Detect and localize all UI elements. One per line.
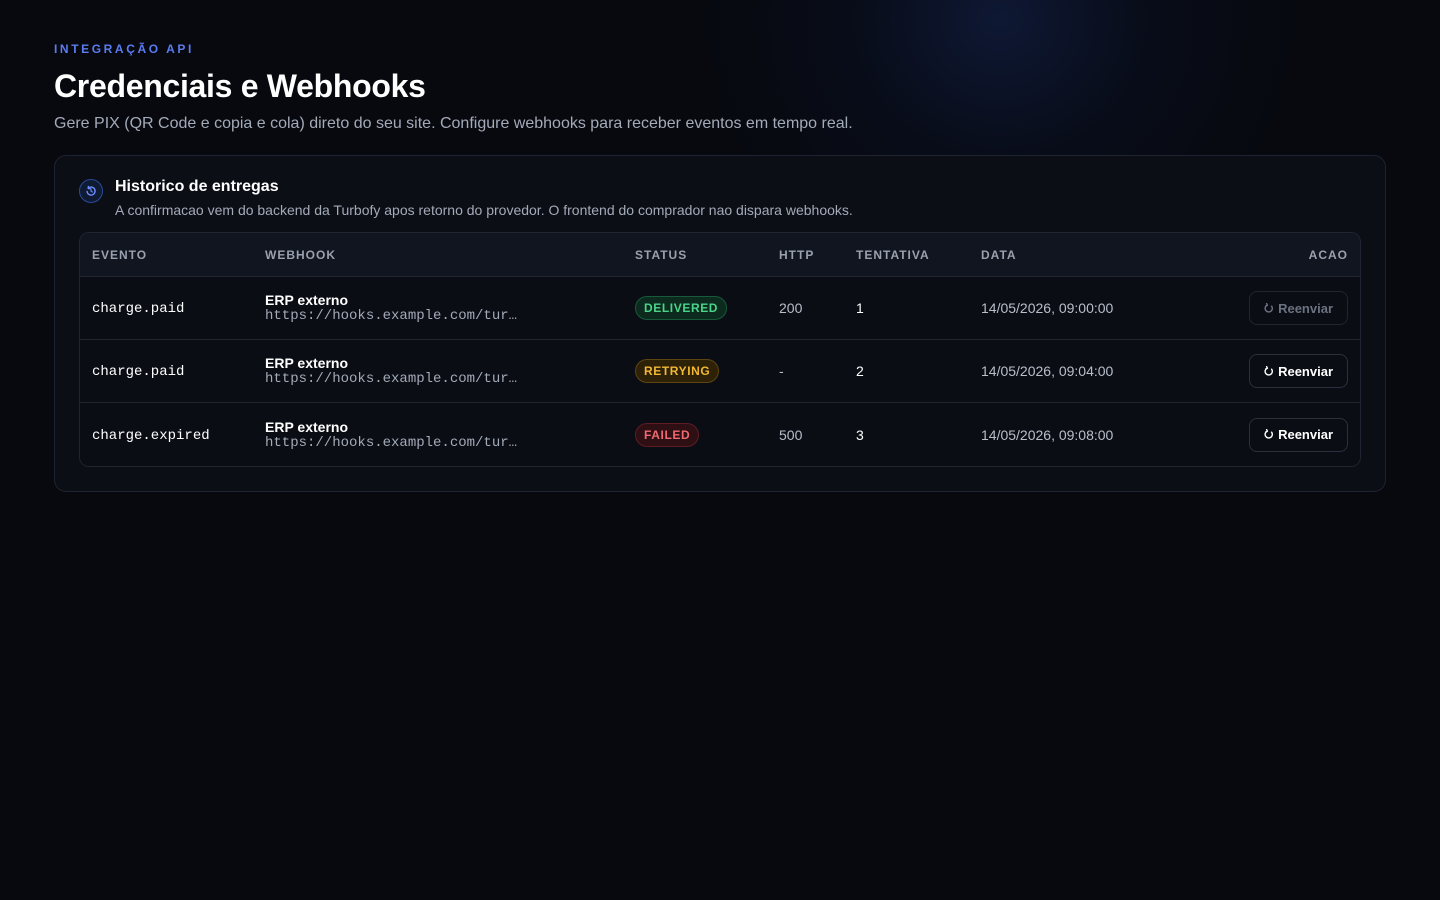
delivery-date: 14/05/2026, 09:04:00: [981, 363, 1114, 379]
webhook-url: https://hooks.example.com/tur…: [265, 371, 518, 387]
column-header-action: ACAO: [1308, 247, 1348, 262]
status-badge: RETRYING: [635, 359, 720, 383]
refresh-icon: [1264, 365, 1274, 377]
webhook-cell: ERP externo https://hooks.example.com/tu…: [265, 355, 635, 387]
page: INTEGRAÇÃO API Credenciais e Webhooks Ge…: [54, 42, 1386, 492]
resend-button[interactable]: Reenviar: [1249, 291, 1348, 325]
column-header-attempt: TENTATIVA: [856, 247, 930, 262]
webhook-url: https://hooks.example.com/tur…: [265, 434, 518, 451]
delivery-date: 14/05/2026, 09:08:00: [981, 426, 1114, 443]
resend-button-label: Reenviar: [1278, 427, 1333, 442]
table-header: EVENTO WEBHOOK STATUS HTTP TENTATIVA DAT…: [80, 233, 1360, 277]
event-name: charge.expired: [92, 427, 210, 444]
column-header-event: EVENTO: [92, 247, 148, 262]
resend-button-label: Reenviar: [1278, 300, 1333, 316]
table-row: charge.expired ERP externo https://hooks…: [80, 403, 1360, 466]
card-header: Historico de entregas A confirmacao vem …: [79, 178, 1361, 218]
page-subtitle: Gere PIX (QR Code e copia e cola) direto…: [54, 115, 853, 132]
resend-button[interactable]: Reenviar: [1249, 417, 1348, 452]
delivery-history-card: Historico de entregas A confirmacao vem …: [54, 155, 1386, 492]
column-header-status: STATUS: [635, 247, 688, 262]
card-description: A confirmacao vem do backend da Turbofy …: [115, 202, 853, 218]
webhook-cell: ERP externo https://hooks.example.com/tu…: [265, 419, 635, 451]
refresh-icon: [1264, 429, 1274, 440]
event-name: charge.paid: [92, 364, 185, 380]
http-code: 500: [779, 426, 803, 443]
webhook-name: ERP externo: [265, 355, 348, 371]
webhook-name: ERP externo: [265, 292, 348, 308]
table-row: charge.paid ERP externo https://hooks.ex…: [80, 277, 1360, 340]
attempt-count: 3: [856, 426, 864, 443]
table-row: charge.paid ERP externo https://hooks.ex…: [80, 340, 1360, 403]
refresh-icon: [1264, 302, 1274, 314]
resend-button-label: Reenviar: [1278, 363, 1333, 379]
column-header-date: DATA: [981, 247, 1017, 262]
http-code: -: [779, 363, 784, 379]
column-header-webhook: WEBHOOK: [265, 247, 336, 262]
status-badge: FAILED: [635, 422, 700, 447]
delivery-date: 14/05/2026, 09:00:00: [981, 300, 1114, 316]
status-badge: DELIVERED: [635, 296, 728, 320]
page-eyebrow: INTEGRAÇÃO API: [54, 42, 194, 56]
event-name: charge.paid: [92, 301, 185, 317]
resend-button[interactable]: Reenviar: [1249, 354, 1348, 388]
card-title: Historico de entregas: [115, 178, 279, 195]
delivery-table: EVENTO WEBHOOK STATUS HTTP TENTATIVA DAT…: [79, 232, 1361, 467]
http-code: 200: [779, 300, 803, 316]
column-header-http: HTTP: [779, 247, 815, 262]
attempt-count: 2: [856, 363, 864, 379]
webhook-cell: ERP externo https://hooks.example.com/tu…: [265, 292, 635, 324]
card-header-text: Historico de entregas A confirmacao vem …: [115, 178, 853, 218]
attempt-count: 1: [856, 300, 864, 316]
page-title: Credenciais e Webhooks: [54, 68, 426, 104]
history-icon: [79, 179, 103, 203]
webhook-name: ERP externo: [265, 418, 348, 435]
webhook-url: https://hooks.example.com/tur…: [265, 308, 518, 324]
